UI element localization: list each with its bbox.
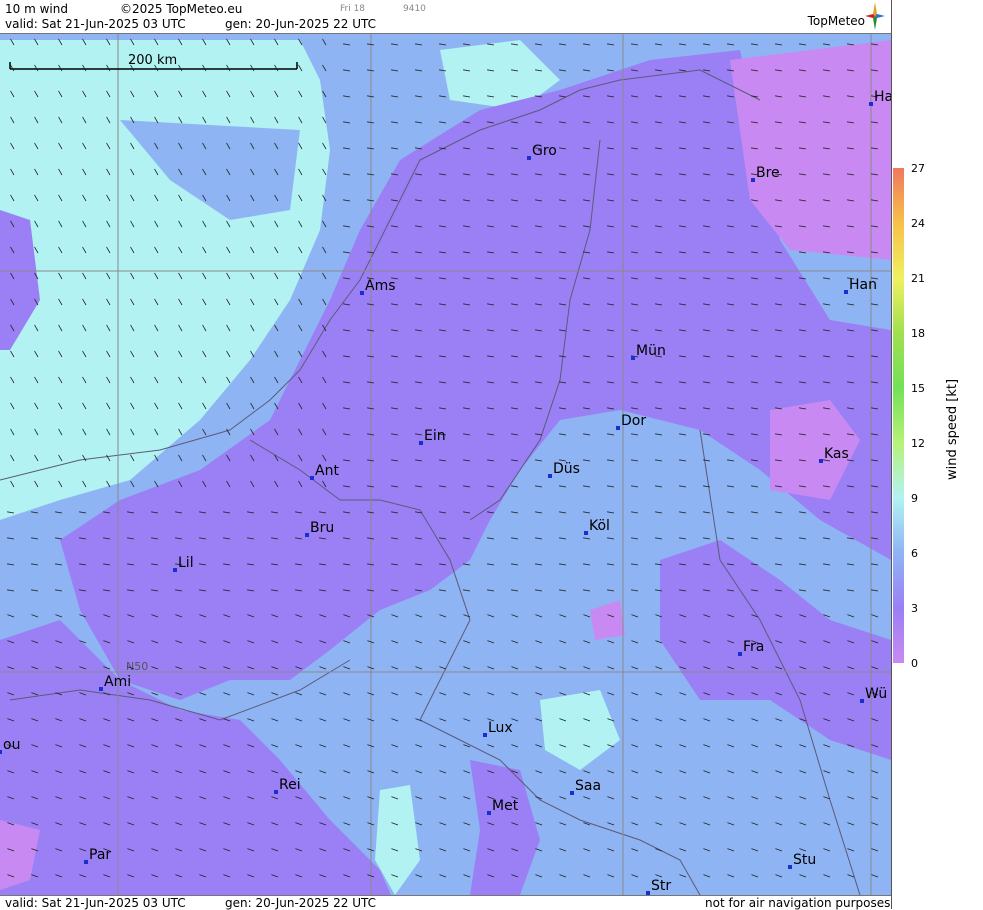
city-marker-icon — [860, 699, 864, 703]
city-stu: Stu — [788, 852, 816, 869]
day-small: Fri 18 — [340, 4, 366, 14]
colorbar-tick: 24 — [911, 217, 925, 230]
city-label: Str — [651, 878, 671, 894]
colorbar-tick: 21 — [911, 272, 925, 285]
valid-time: valid: Sat 21-Jun-2025 03 UTC — [5, 17, 186, 31]
city-label: Wü — [865, 686, 887, 702]
map-frame-edge — [891, 0, 892, 909]
city-label: Bre — [756, 165, 780, 181]
city-ams: Ams — [360, 278, 396, 295]
city-par: Par — [84, 847, 111, 864]
city-marker-icon — [310, 476, 314, 480]
wind-speed-colorbar — [893, 168, 904, 663]
city-label: Ams — [365, 278, 396, 294]
city-ami: Ami — [99, 674, 131, 691]
latitude-label: N50 — [126, 660, 148, 673]
city-marker-icon — [487, 811, 491, 815]
footer-disclaimer: not for air navigation purposes — [705, 896, 891, 910]
city-label: Kas — [824, 446, 849, 462]
colorbar-tick: 27 — [911, 162, 925, 175]
city-label: Par — [89, 847, 111, 863]
city-label: Ha — [874, 89, 891, 105]
city-label: Köl — [589, 518, 610, 534]
city-label: Fra — [743, 639, 764, 655]
city-label: Gro — [532, 143, 557, 159]
city-label: Ami — [104, 674, 131, 690]
city-han: Han — [844, 277, 877, 294]
city-marker-icon — [738, 652, 742, 656]
city-saa: Saa — [570, 778, 601, 795]
city-label: Bru — [310, 520, 334, 536]
city-marker-icon — [819, 459, 823, 463]
city-kas: Kas — [819, 446, 849, 463]
city-marker-icon — [527, 156, 531, 160]
city-gro: Gro — [527, 143, 557, 160]
city-marker-icon — [419, 441, 423, 445]
city-ant: Ant — [310, 463, 339, 480]
copyright: ©2025 TopMeteo.eu — [120, 2, 243, 16]
city-marker-icon — [84, 860, 88, 864]
colorbar-tick: 3 — [911, 602, 918, 615]
city-marker-icon — [570, 791, 574, 795]
colorbar-tick: 6 — [911, 547, 918, 560]
city-label: Saa — [575, 778, 601, 794]
colorbar-tick: 9 — [911, 492, 918, 505]
city-met: Met — [487, 798, 519, 815]
generated-time: gen: 20-Jun-2025 22 UTC — [225, 17, 377, 31]
brand-name: TopMeteo — [807, 14, 865, 28]
city-label: Dor — [621, 413, 646, 429]
city-label: Lux — [488, 720, 513, 736]
city-mün: Mün — [631, 343, 666, 360]
city-label: Rei — [279, 777, 301, 793]
city-label: Stu — [793, 852, 816, 868]
topmeteo-logo-icon — [865, 2, 885, 30]
city-lux: Lux — [483, 720, 513, 737]
footer-bar: valid: Sat 21-Jun-2025 03 UTC gen: 20-Ju… — [0, 895, 891, 910]
city-marker-icon — [305, 533, 309, 537]
footer-valid-time: valid: Sat 21-Jun-2025 03 UTC — [5, 896, 186, 910]
city-ou: ou — [0, 737, 20, 754]
wind-map-canvas: N50 200 km Gro Bre Ha Ams Han Mün Dor Ein Kas Ant… — [0, 33, 891, 895]
city-marker-icon — [631, 356, 635, 360]
city-marker-icon — [584, 531, 588, 535]
city-dor: Dor — [616, 413, 646, 430]
city-marker-icon — [788, 865, 792, 869]
colorbar-tick: 0 — [911, 657, 918, 670]
colorbar-tick: 15 — [911, 382, 925, 395]
colorbar-tick: 12 — [911, 437, 925, 450]
city-label: Lil — [178, 555, 194, 571]
city-bre: Bre — [751, 165, 780, 182]
city-marker-icon — [274, 790, 278, 794]
city-marker-icon — [0, 750, 2, 754]
city-label: Düs — [553, 461, 580, 477]
city-marker-icon — [99, 687, 103, 691]
product-title: 10 m wind — [5, 2, 68, 16]
city-label: Ein — [424, 428, 446, 444]
wind-map[interactable]: N50 200 km Gro Bre Ha Ams Han Mün Dor Ein Kas Ant… — [0, 33, 891, 895]
city-marker-icon — [483, 733, 487, 737]
colorbar-label: wind speed [kt] — [945, 378, 960, 480]
city-marker-icon — [844, 290, 848, 294]
city-label: Ant — [315, 463, 339, 479]
city-marker-icon — [869, 102, 873, 106]
city-düs: Düs — [548, 461, 580, 478]
city-wü: Wü — [860, 686, 887, 703]
city-label: Mün — [636, 343, 666, 359]
city-marker-icon — [548, 474, 552, 478]
footer-generated-time: gen: 20-Jun-2025 22 UTC — [225, 896, 377, 910]
city-bru: Bru — [305, 520, 334, 537]
scale-label: 200 km — [128, 53, 177, 68]
city-marker-icon — [173, 568, 177, 572]
code-small: 9410 — [403, 4, 426, 14]
city-marker-icon — [616, 426, 620, 430]
city-label: Met — [492, 798, 519, 814]
header-bar: 10 m wind ©2025 TopMeteo.eu Fri 18 9410 … — [0, 0, 891, 34]
city-marker-icon — [751, 178, 755, 182]
city-label: ou — [3, 737, 20, 753]
colorbar-tick: 18 — [911, 327, 925, 340]
city-marker-icon — [360, 291, 364, 295]
city-label: Han — [849, 277, 877, 293]
